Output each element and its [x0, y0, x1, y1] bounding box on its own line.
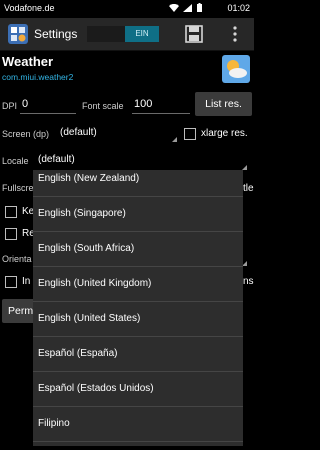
xlarge-checkbox[interactable]	[184, 128, 196, 140]
screen-spinner-arrow	[172, 137, 177, 142]
re-checkbox[interactable]	[5, 228, 17, 240]
app-name: Weather	[2, 54, 54, 69]
settings-app-icon[interactable]	[8, 24, 28, 44]
locale-spinner[interactable]: (default)	[38, 154, 75, 165]
locale-label: Locale	[2, 156, 29, 166]
locale-option[interactable]: English (United States)	[33, 302, 243, 337]
list-res-button[interactable]: List res.	[195, 92, 252, 116]
dpi-label: DPI	[2, 101, 18, 111]
signal-icon	[183, 4, 197, 14]
font-scale-input[interactable]: 100	[134, 98, 152, 110]
clock: 01:02	[227, 3, 250, 13]
font-scale-underline	[132, 113, 190, 114]
toggle-on-label: EIN	[125, 26, 159, 42]
locale-option[interactable]: English (South Africa)	[33, 232, 243, 267]
locale-option[interactable]: Español (Estados Unidos)	[33, 372, 243, 407]
locale-dropdown: English (New Zealand) English (Singapore…	[33, 170, 243, 446]
overflow-menu-icon[interactable]	[226, 25, 244, 43]
locale-option[interactable]: English (United Kingdom)	[33, 267, 243, 302]
status-icons	[168, 3, 202, 14]
dpi-input[interactable]: 0	[22, 98, 28, 110]
save-icon[interactable]	[185, 25, 203, 43]
locale-option[interactable]: English (Singapore)	[33, 197, 243, 232]
wifi-icon	[168, 3, 184, 14]
orientation-label: Orienta	[2, 254, 32, 264]
fullscreen-label: Fullscre	[2, 183, 34, 193]
keep-checkbox[interactable]	[5, 206, 17, 218]
locale-option[interactable]: Filipino	[33, 407, 243, 442]
carrier-label: Vodafone.de	[4, 3, 55, 13]
screen-label: Screen (dp)	[2, 129, 50, 139]
package-name: com.miui.weather2	[2, 72, 74, 82]
page-title: Settings	[34, 27, 78, 41]
weather-app-icon	[222, 55, 250, 83]
battery-icon	[197, 3, 202, 14]
in-label-partial: In	[22, 276, 31, 287]
dpi-underline	[20, 113, 76, 114]
status-bar: Vodafone.de 01:02	[0, 0, 254, 18]
ns-label-partial: ns	[243, 276, 254, 287]
in-checkbox[interactable]	[5, 276, 17, 288]
font-scale-label: Font scale	[82, 101, 124, 111]
locale-option[interactable]: Español (España)	[33, 337, 243, 372]
locale-option[interactable]: English (New Zealand)	[33, 170, 243, 197]
title-label-partial: tle	[243, 183, 254, 194]
action-bar: Settings EIN	[0, 18, 254, 51]
screen-spinner[interactable]: (default)	[60, 127, 97, 138]
enable-toggle[interactable]: EIN	[87, 26, 159, 42]
xlarge-label: xlarge res.	[201, 128, 248, 139]
